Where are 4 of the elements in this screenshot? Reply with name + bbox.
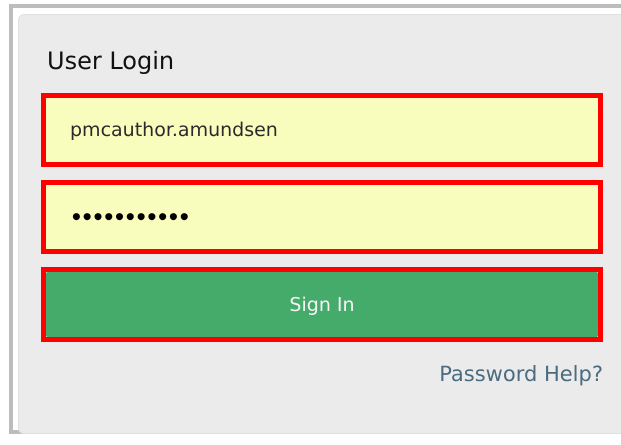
- password-field[interactable]: •••••••••••: [46, 185, 598, 249]
- panel-title: User Login: [47, 46, 176, 77]
- password-help-link[interactable]: Password Help?: [439, 362, 603, 386]
- username-field[interactable]: pmcauthor.amundsen: [46, 98, 598, 162]
